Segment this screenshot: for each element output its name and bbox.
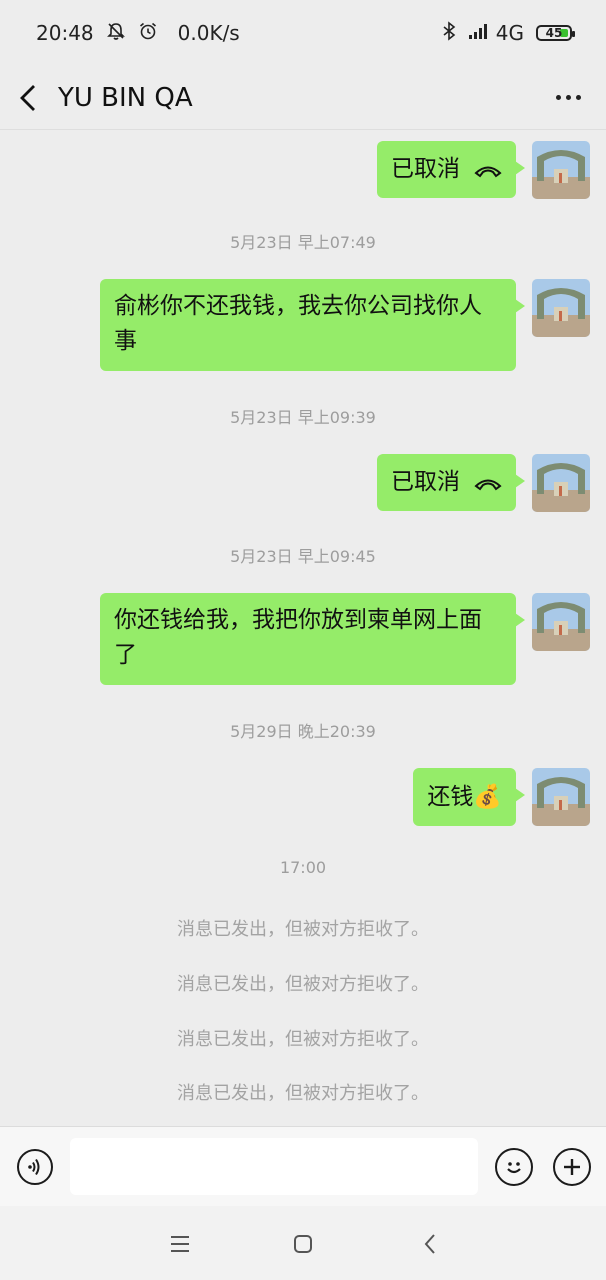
timestamp: 5月23日 早上09:45 <box>230 547 376 566</box>
alarm-icon <box>138 21 158 46</box>
phone-hangup-icon <box>474 162 502 178</box>
phone-hangup-icon <box>474 475 502 491</box>
network-speed: 0.0K/s <box>177 21 240 45</box>
chat-title: YU BIN QA <box>58 82 193 113</box>
message-text: 已取消 <box>391 156 460 182</box>
system-nav-bar <box>0 1206 606 1280</box>
text-bubble[interactable]: 还钱💰 <box>413 768 525 826</box>
timestamp: 5月29日 晚上20:39 <box>230 722 376 741</box>
back-nav-icon[interactable] <box>416 1230 444 1258</box>
avatar[interactable] <box>532 141 590 199</box>
timestamp: 5月23日 早上09:39 <box>230 408 376 427</box>
plus-icon[interactable] <box>553 1148 591 1186</box>
system-message: 消息已发出，但被对方拒收了。 <box>177 919 429 940</box>
message-text: 俞彬你不还我钱，我去你公司找你人事 <box>114 293 482 354</box>
system-message: 消息已发出，但被对方拒收了。 <box>177 974 429 995</box>
battery-level: 45 <box>545 26 563 40</box>
mute-bell-icon <box>106 21 126 46</box>
avatar[interactable] <box>532 593 590 651</box>
message-input[interactable] <box>70 1138 478 1195</box>
bluetooth-icon <box>442 20 456 46</box>
text-bubble[interactable]: 你还钱给我，我把你放到柬单网上面了 <box>100 593 525 685</box>
timestamp: 17:00 <box>279 858 327 877</box>
system-message: 消息已发出，但被对方拒收了。 <box>177 1083 429 1104</box>
emoji-icon[interactable] <box>495 1148 533 1186</box>
more-icon[interactable] <box>548 78 588 118</box>
input-bar <box>0 1126 606 1206</box>
voice-icon[interactable] <box>17 1149 53 1185</box>
chat-header: YU BIN QA <box>0 66 606 130</box>
message-row: 已取消 <box>377 141 590 199</box>
avatar[interactable] <box>532 768 590 826</box>
message-row: 已取消 <box>377 454 590 512</box>
network-type: 4G <box>495 21 524 45</box>
signal-icon <box>468 21 490 45</box>
menu-icon[interactable] <box>166 1230 194 1258</box>
message-row: 俞彬你不还我钱，我去你公司找你人事 <box>100 279 590 371</box>
back-icon[interactable] <box>18 78 52 118</box>
status-time: 20:48 <box>36 21 94 45</box>
message-text: 还钱💰 <box>427 783 502 810</box>
call-bubble[interactable]: 已取消 <box>377 141 525 198</box>
message-text: 已取消 <box>391 469 460 495</box>
avatar[interactable] <box>532 454 590 512</box>
system-message: 消息已发出，但被对方拒收了。 <box>177 1029 429 1050</box>
chat-area[interactable]: 已取消 5月23日 早上07:49 俞彬你不还我钱，我去你公司找你人事 5月23… <box>0 131 606 1125</box>
battery-indicator: 45 <box>536 25 575 41</box>
message-row: 你还钱给我，我把你放到柬单网上面了 <box>100 593 590 685</box>
text-bubble[interactable]: 俞彬你不还我钱，我去你公司找你人事 <box>100 279 525 371</box>
home-icon[interactable] <box>289 1230 317 1258</box>
avatar[interactable] <box>532 279 590 337</box>
call-bubble[interactable]: 已取消 <box>377 454 525 511</box>
message-text: 你还钱给我，我把你放到柬单网上面了 <box>114 607 482 668</box>
timestamp: 5月23日 早上07:49 <box>230 233 376 252</box>
status-bar: 20:48 0.0K/s 4G 45 <box>0 0 606 66</box>
message-row: 还钱💰 <box>413 768 590 826</box>
